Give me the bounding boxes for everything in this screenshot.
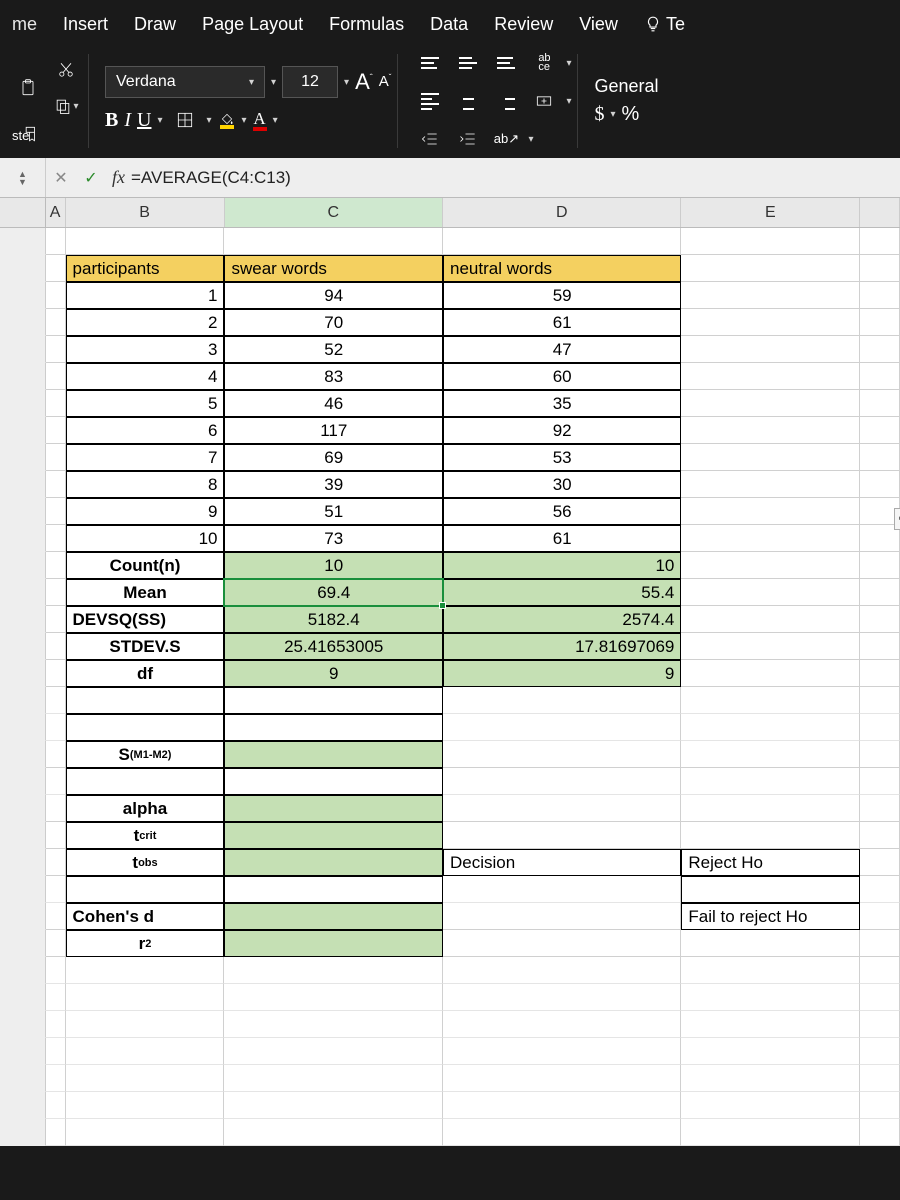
- fail-reject-cell[interactable]: Fail to reject Ho: [681, 903, 860, 930]
- increase-indent-button[interactable]: [452, 123, 484, 155]
- formula-bar: ▲▼ ✕ ✓ fx =AVERAGE(C4:C13): [0, 158, 900, 198]
- chevron-down-icon: ▾: [344, 77, 349, 88]
- stat-row-sm1m2: S(M1-M2): [0, 741, 900, 768]
- header-neutral-words[interactable]: neutral words: [443, 255, 681, 282]
- decrease-indent-button[interactable]: [414, 123, 446, 155]
- merge-button[interactable]: [528, 85, 560, 117]
- header-swear-words[interactable]: swear words: [224, 255, 443, 282]
- table-row: 95156: [0, 498, 900, 525]
- grow-font-button[interactable]: Aˆ: [355, 69, 373, 95]
- tab-draw[interactable]: Draw: [132, 10, 178, 39]
- font-size-select[interactable]: 12: [282, 66, 338, 98]
- stat-row-stdev: STDEV.S25.4165300517.81697069: [0, 633, 900, 660]
- stat-row-alpha: alpha: [0, 795, 900, 822]
- align-middle-button[interactable]: [452, 47, 484, 79]
- header-participants[interactable]: participants: [66, 255, 225, 282]
- tab-page-layout[interactable]: Page Layout: [200, 10, 305, 39]
- paste-button[interactable]: [12, 72, 44, 104]
- fill-handle[interactable]: [439, 602, 446, 609]
- orientation-button[interactable]: ab↗: [490, 123, 522, 155]
- tab-data[interactable]: Data: [428, 10, 470, 39]
- align-bottom-button[interactable]: [490, 47, 522, 79]
- cancel-formula-button[interactable]: ✕: [46, 168, 76, 188]
- reject-ho-cell[interactable]: Reject Ho: [681, 849, 860, 876]
- table-row: 48360: [0, 363, 900, 390]
- lightbulb-icon: [644, 15, 662, 33]
- table-row: 35247: [0, 336, 900, 363]
- number-format-select[interactable]: General: [594, 76, 658, 97]
- col-header-a[interactable]: A: [46, 198, 66, 227]
- chevron-down-icon: ▾: [271, 77, 276, 88]
- stat-row-devsq: DEVSQ(SS)5182.42574.4: [0, 606, 900, 633]
- borders-button[interactable]: [169, 104, 201, 136]
- bold-button[interactable]: B: [105, 109, 118, 132]
- tab-formulas[interactable]: Formulas: [327, 10, 406, 39]
- selected-cell[interactable]: 69.4: [224, 579, 443, 606]
- font-color-button[interactable]: A: [253, 109, 267, 131]
- table-row: 107361: [0, 525, 900, 552]
- italic-button[interactable]: I: [124, 109, 131, 132]
- select-all-corner[interactable]: [0, 198, 46, 227]
- ribbon-toolbar: ▾ ste Verdana▾ ▾ 12 ▾ Aˆ Aˇ B I U▾ ▾ ▾ A…: [0, 48, 900, 158]
- col-header-d[interactable]: D: [443, 198, 681, 227]
- format-painter-button[interactable]: [16, 119, 48, 148]
- clipboard-group: ▾ ste: [6, 54, 89, 148]
- table-row: 76953: [0, 444, 900, 471]
- alignment-group: abce▾ ▾ ab↗▾: [408, 54, 578, 148]
- stat-row-tcrit: tcrit: [0, 822, 900, 849]
- number-group: General $▾ %: [588, 54, 664, 148]
- stat-row-cohen: Cohen's dFail to reject Ho: [0, 903, 900, 930]
- underline-button[interactable]: U: [137, 109, 151, 132]
- table-header-row: participants swear words neutral words: [0, 255, 900, 282]
- decision-label[interactable]: Decision: [443, 849, 681, 876]
- worksheet-grid[interactable]: ✚ participants swear words neutral words…: [0, 228, 900, 1146]
- cut-button[interactable]: [50, 54, 82, 86]
- font-name-select[interactable]: Verdana▾: [105, 66, 265, 98]
- name-box[interactable]: ▲▼: [0, 158, 46, 197]
- align-right-button[interactable]: [490, 85, 522, 117]
- tab-tell-me[interactable]: Te: [642, 10, 687, 39]
- col-header-b[interactable]: B: [66, 198, 225, 227]
- table-row: 54635: [0, 390, 900, 417]
- column-headers: A B C D E: [0, 198, 900, 228]
- wrap-text-button[interactable]: abce: [528, 47, 560, 79]
- copy-button[interactable]: ▾: [50, 90, 82, 122]
- stat-row-r2: r2: [0, 930, 900, 957]
- stat-row-mean: Mean69.455.4: [0, 579, 900, 606]
- tab-view[interactable]: View: [577, 10, 620, 39]
- align-center-button[interactable]: [452, 85, 484, 117]
- stat-row-count: Count(n)1010: [0, 552, 900, 579]
- shrink-font-button[interactable]: Aˇ: [379, 73, 392, 91]
- col-header-f[interactable]: [860, 198, 900, 227]
- stat-row-df: df99: [0, 660, 900, 687]
- ribbon-tabs: me Insert Draw Page Layout Formulas Data…: [0, 0, 900, 48]
- align-left-button[interactable]: [414, 85, 446, 117]
- currency-button[interactable]: $: [594, 103, 604, 126]
- stat-row-tobs: tobsDecisionReject Ho: [0, 849, 900, 876]
- expand-handle[interactable]: ✚: [894, 508, 900, 530]
- table-row: 27061: [0, 309, 900, 336]
- percent-button[interactable]: %: [622, 103, 640, 126]
- tab-insert[interactable]: Insert: [61, 10, 110, 39]
- fill-color-button[interactable]: [218, 111, 236, 129]
- table-row: 19459: [0, 282, 900, 309]
- tab-review[interactable]: Review: [492, 10, 555, 39]
- tab-home[interactable]: me: [10, 10, 39, 39]
- fx-button[interactable]: fx: [106, 167, 131, 188]
- accept-formula-button[interactable]: ✓: [76, 168, 106, 188]
- table-row: 611792: [0, 417, 900, 444]
- col-header-c[interactable]: C: [225, 198, 444, 227]
- col-header-e[interactable]: E: [681, 198, 860, 227]
- table-row: 83930: [0, 471, 900, 498]
- formula-input[interactable]: =AVERAGE(C4:C13): [131, 168, 291, 188]
- align-top-button[interactable]: [414, 47, 446, 79]
- font-group: Verdana▾ ▾ 12 ▾ Aˆ Aˇ B I U▾ ▾ ▾ A▾: [99, 54, 398, 148]
